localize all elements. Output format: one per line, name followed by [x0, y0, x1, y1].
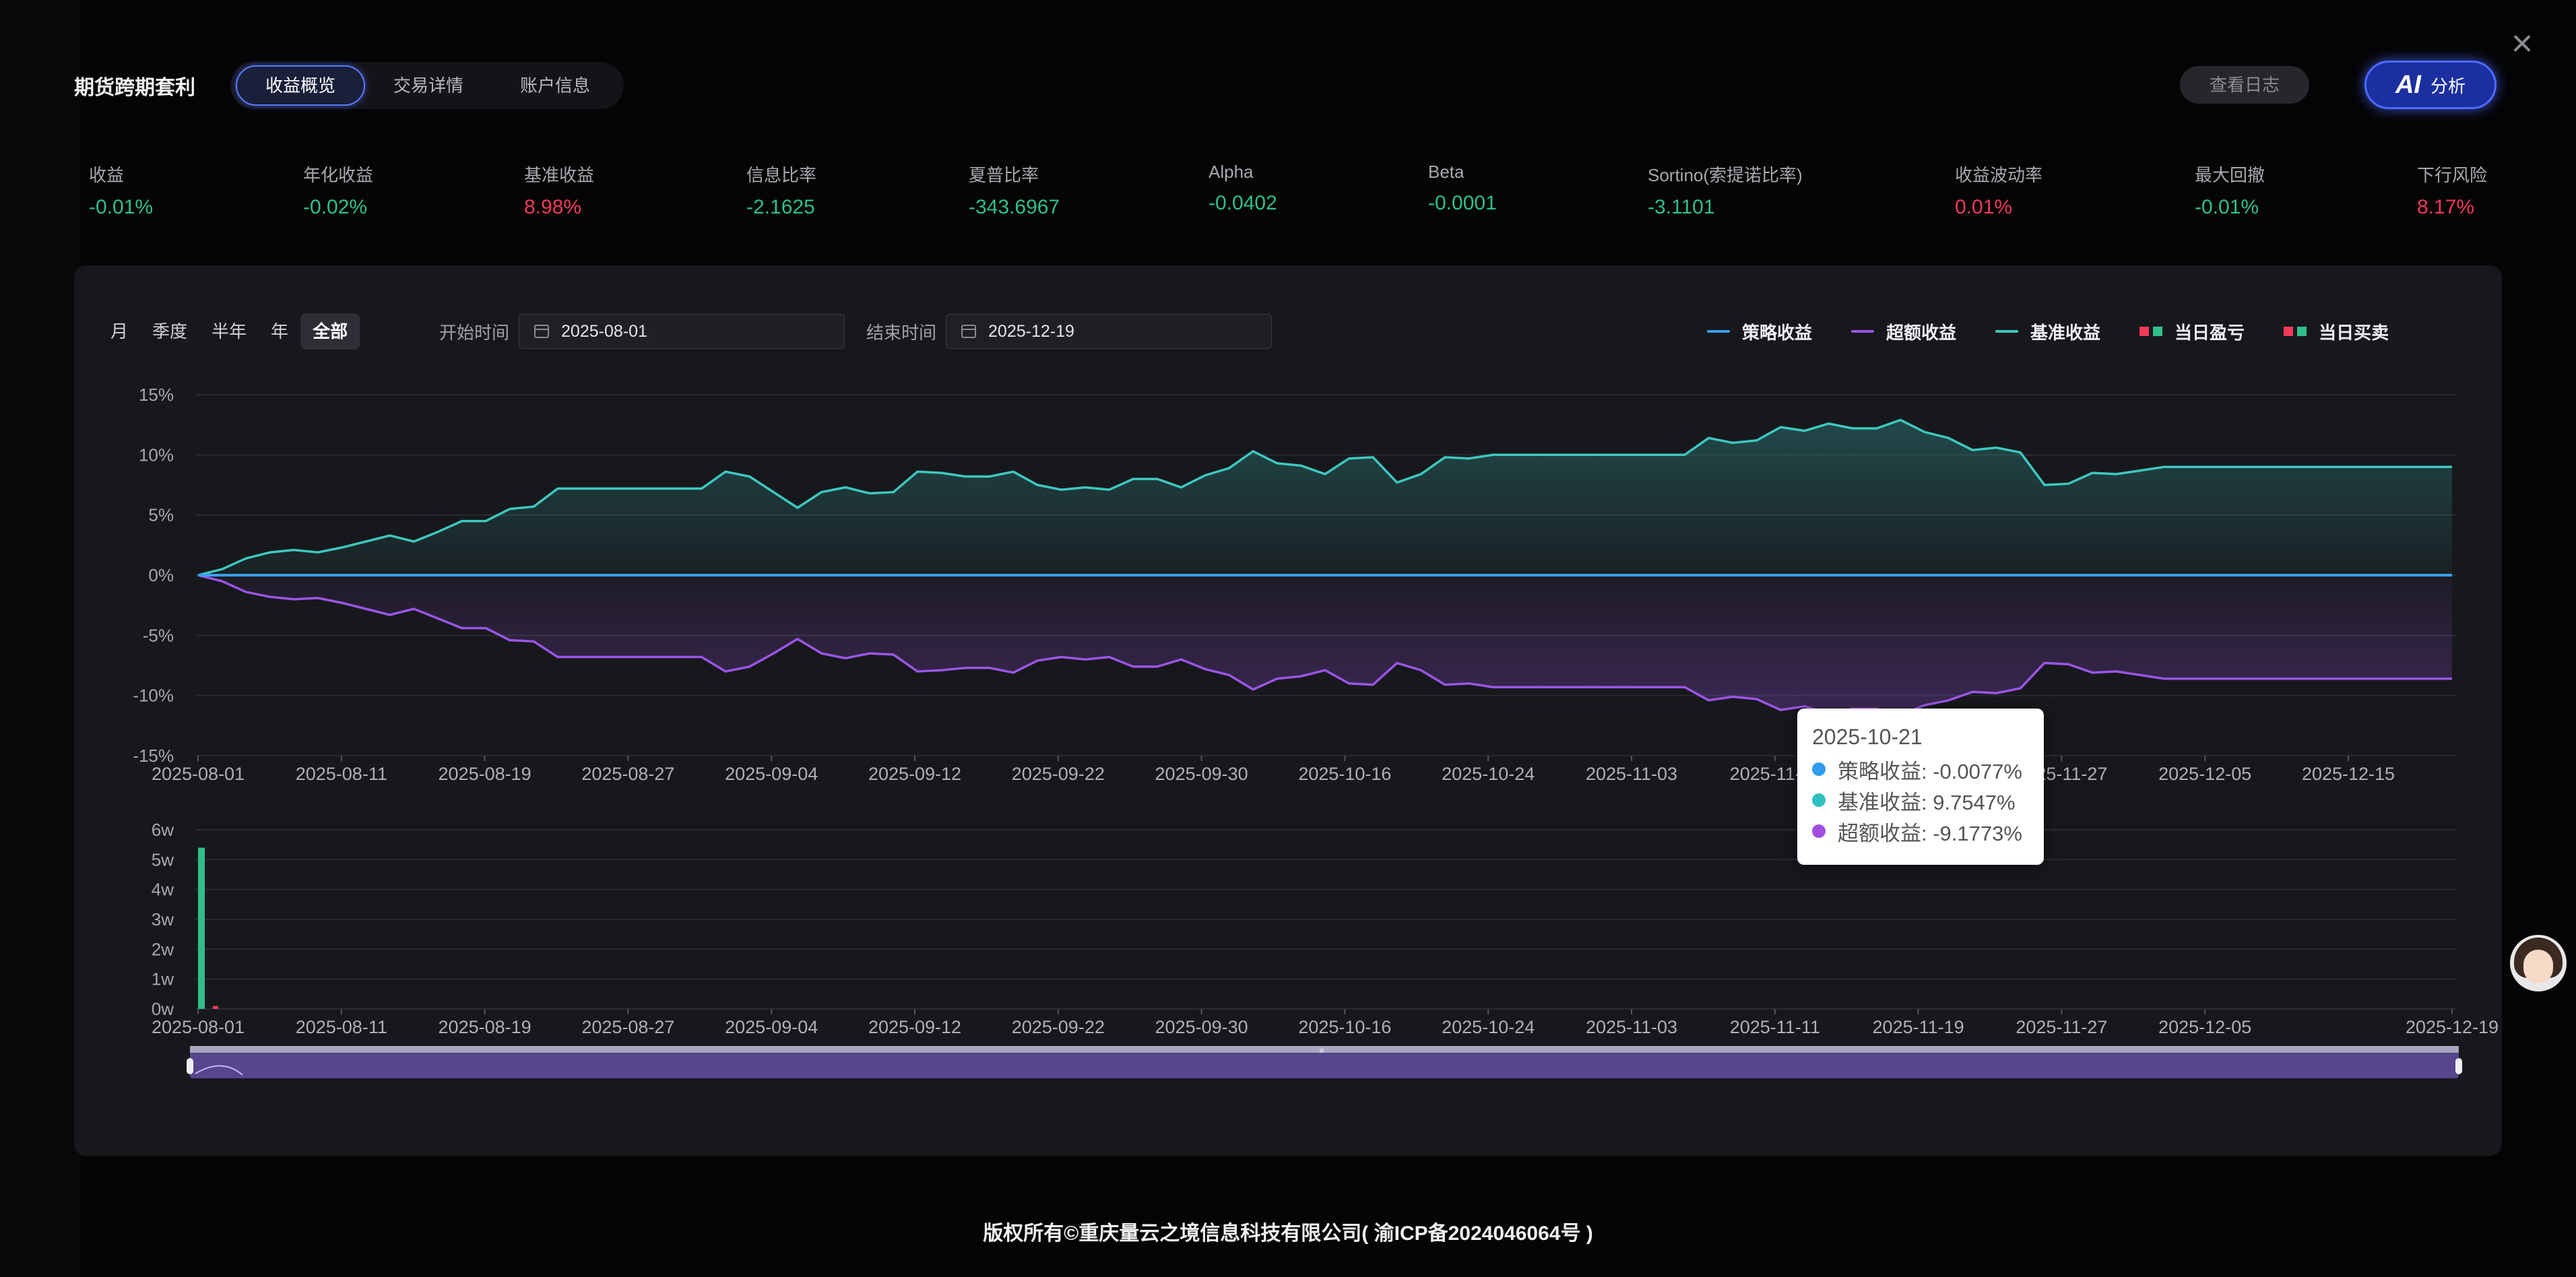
calendar-icon: [961, 325, 977, 338]
calendar-icon: [534, 325, 550, 338]
metric-label: 最大回撤: [2195, 165, 2265, 185]
tooltip-row-strategy: 策略收益: -0.0077%: [1812, 754, 2029, 785]
tab-bar: 收益概览 交易详情 账户信息: [230, 62, 624, 109]
assistant-avatar[interactable]: [2510, 935, 2567, 991]
start-date-group: 开始时间 2025-08-01: [439, 313, 845, 350]
metric-value: 8.98%: [524, 196, 582, 218]
metric-label: 信息比率: [746, 165, 817, 185]
metric-max-drawdown: 最大回撤 -0.01%: [2195, 162, 2265, 219]
ai-icon: AI: [2395, 70, 2421, 99]
tooltip-date: 2025-10-21: [1812, 725, 1923, 749]
legend-strategy-return[interactable]: 策略收益: [1707, 319, 1812, 344]
metric-value: -0.0402: [1209, 192, 1277, 214]
close-icon[interactable]: ×: [2503, 24, 2541, 62]
metric-value: 8.17%: [2417, 196, 2475, 218]
legend-benchmark-return[interactable]: 基准收益: [1995, 319, 2100, 344]
legend-label: 当日买卖: [2319, 322, 2389, 343]
tooltip-row-benchmark: 基准收益: 9.7547%: [1812, 785, 2029, 816]
metric-downside-risk: 下行风险 8.17%: [2417, 162, 2487, 219]
metric-label: 收益: [89, 165, 125, 185]
metric-label: Alpha: [1209, 162, 1254, 182]
metric-label: Beta: [1428, 162, 1464, 182]
dot-icon: [1812, 762, 1826, 776]
period-year-button[interactable]: 年: [259, 313, 300, 350]
tooltip-value: 超额收益: -9.1773%: [1838, 821, 2022, 845]
strategy-modal: 期货跨期套利 收益概览 交易详情 账户信息 查看日志 AI 分析 × 收益 -0…: [0, 0, 2576, 1277]
ai-analysis-button[interactable]: AI 分析: [2364, 61, 2497, 109]
legend-label: 策略收益: [1742, 322, 1813, 343]
period-all-button[interactable]: 全部: [300, 313, 360, 350]
chart-legend: 策略收益 超额收益 基准收益 当日盈亏 当日买卖: [1707, 319, 2389, 343]
view-log-button[interactable]: 查看日志: [2180, 66, 2309, 104]
modal-header: 期货跨期套利 收益概览 交易详情 账户信息: [74, 62, 624, 109]
metric-label: 夏普比率: [969, 165, 1039, 185]
metric-label: 年化收益: [303, 165, 374, 185]
ai-analysis-label: 分析: [2430, 75, 2466, 96]
legend-daily-pnl[interactable]: 当日盈亏: [2139, 319, 2245, 344]
start-date-label: 开始时间: [439, 322, 510, 343]
dot-icon: [1812, 824, 1826, 838]
metric-label: 收益波动率: [1955, 165, 2043, 185]
metric-beta: Beta -0.0001: [1428, 162, 1497, 215]
period-month-button[interactable]: 月: [98, 313, 140, 350]
legend-label: 当日盈亏: [2175, 322, 2245, 343]
metric-volatility: 收益波动率 0.01%: [1955, 162, 2042, 219]
metric-benchmark-return: 基准收益 8.98%: [524, 162, 594, 219]
end-date-value: 2025-12-19: [988, 321, 1074, 341]
period-halfyear-button[interactable]: 半年: [199, 313, 259, 350]
legend-label: 超额收益: [1886, 322, 1957, 343]
legend-excess-return[interactable]: 超额收益: [1851, 319, 1956, 344]
metric-sortino: Sortino(索提诺比率) -3.1101: [1648, 162, 1803, 219]
metric-value: -2.1625: [746, 196, 815, 218]
metric-value: -3.1101: [1648, 196, 1715, 218]
legend-label: 基准收益: [2030, 322, 2101, 343]
metric-value: -0.01%: [2195, 196, 2259, 218]
modal-title: 期货跨期套利: [74, 77, 195, 99]
metric-return: 收益 -0.01%: [89, 162, 153, 219]
metric-value: -0.01%: [89, 196, 154, 218]
start-date-picker[interactable]: 2025-08-01: [519, 314, 845, 349]
footer-copyright: 版权所有©重庆量云之境信息科技有限公司( 渝ICP备2024046064号 ): [983, 1222, 1593, 1245]
metric-info-ratio: 信息比率 -2.1625: [746, 162, 816, 219]
legend-line-icon: [1851, 330, 1875, 333]
legend-daily-trades[interactable]: 当日买卖: [2284, 319, 2389, 344]
metric-alpha: Alpha -0.0402: [1209, 162, 1277, 215]
tab-overview[interactable]: 收益概览: [236, 65, 366, 106]
legend-line-icon: [1995, 330, 2019, 333]
metrics-row: 收益 -0.01% 年化收益 -0.02% 基准收益 8.98% 信息比率 -2…: [89, 162, 2501, 222]
dot-icon: [1812, 793, 1826, 807]
legend-square-icon: [2284, 327, 2307, 336]
tooltip-value: 策略收益: -0.0077%: [1838, 759, 2022, 783]
tooltip-row-excess: 超额收益: -9.1773%: [1812, 816, 2029, 847]
tooltip-value: 基准收益: 9.7547%: [1838, 790, 2016, 814]
metric-value: -343.6967: [969, 196, 1060, 218]
chart-panel: [74, 265, 2502, 1156]
tab-trade-details[interactable]: 交易详情: [365, 67, 492, 104]
metric-label: 基准收益: [524, 165, 595, 185]
start-date-value: 2025-08-01: [561, 321, 647, 341]
metric-label: 下行风险: [2417, 165, 2488, 185]
legend-line-icon: [1707, 330, 1730, 333]
metric-sharpe-ratio: 夏普比率 -343.6967: [969, 162, 1060, 219]
end-date-label: 结束时间: [866, 322, 937, 343]
metric-label: Sortino(索提诺比率): [1648, 165, 1803, 185]
period-selector: 月 季度 半年 年 全部: [98, 313, 360, 350]
end-date-group: 结束时间 2025-12-19: [866, 313, 1273, 350]
end-date-picker[interactable]: 2025-12-19: [946, 314, 1273, 349]
period-quarter-button[interactable]: 季度: [140, 313, 199, 350]
metric-value: -0.02%: [303, 196, 368, 218]
metric-value: 0.01%: [1955, 196, 2013, 218]
metric-annual-return: 年化收益 -0.02%: [303, 162, 373, 219]
legend-square-icon: [2139, 327, 2163, 336]
chart-tooltip: 2025-10-21 策略收益: -0.0077% 基准收益: 9.7547% …: [1797, 709, 2044, 865]
tab-account-info[interactable]: 账户信息: [492, 67, 618, 104]
metric-value: -0.0001: [1428, 192, 1497, 214]
